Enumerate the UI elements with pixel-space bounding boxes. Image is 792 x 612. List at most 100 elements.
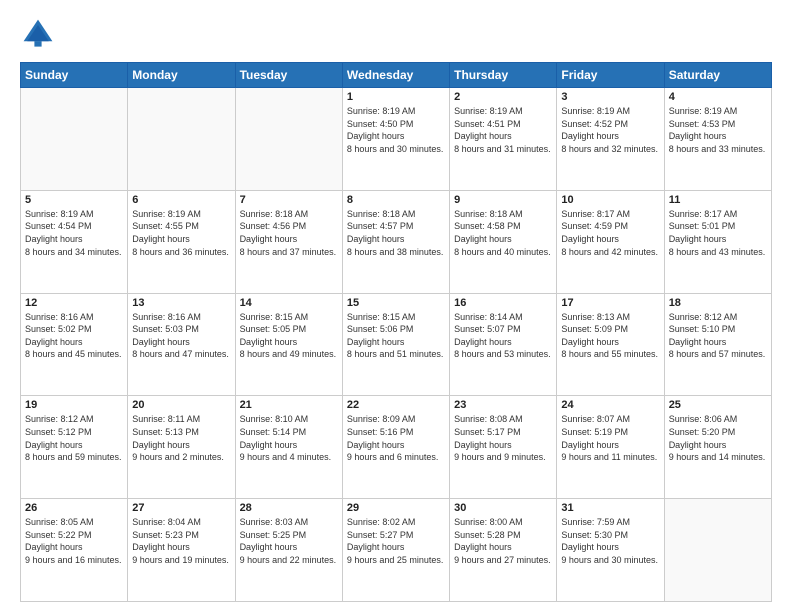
calendar-cell: 29Sunrise: 8:02 AMSunset: 5:27 PMDayligh… — [342, 499, 449, 602]
day-info: Sunrise: 8:14 AMSunset: 5:07 PMDaylight … — [454, 311, 552, 361]
weekday-header-tuesday: Tuesday — [235, 63, 342, 88]
day-number: 29 — [347, 502, 445, 514]
day-number: 21 — [240, 399, 338, 411]
day-number: 27 — [132, 502, 230, 514]
calendar-cell: 20 Sunrise: 8:11 AMSunset: 5:13 PMDayligh… — [128, 396, 235, 499]
calendar-cell: 17 Sunrise: 8:13 AMSunset: 5:09 PMDayligh… — [557, 293, 664, 396]
day-info: Sunrise: 8:19 AMSunset: 4:51 PMDaylight … — [454, 105, 552, 155]
calendar-cell: 6 Sunrise: 8:19 AMSunset: 4:55 PMDaylight… — [128, 190, 235, 293]
day-info: Sunrise: 8:09 AMSunset: 5:16 PMDaylight … — [347, 413, 445, 463]
day-number: 11 — [669, 194, 767, 206]
day-info: Sunrise: 8:19 AMSunset: 4:53 PMDaylight … — [669, 105, 767, 155]
day-info: Sunrise: 8:12 AMSunset: 5:12 PMDaylight … — [25, 413, 123, 463]
day-number: 31 — [561, 502, 659, 514]
day-number: 12 — [25, 297, 123, 309]
day-number: 13 — [132, 297, 230, 309]
calendar-cell: 30 Sunrise: 8:00 AMSunset: 5:28 PMDayligh… — [450, 499, 557, 602]
day-info: Sunrise: 8:08 AMSunset: 5:17 PMDaylight … — [454, 413, 552, 463]
week-row-3: 12Sunrise: 8:16 AMSunset: 5:02 PMDayligh… — [21, 293, 772, 396]
day-number: 17 — [561, 297, 659, 309]
calendar-cell: 9Sunrise: 8:18 AMSunset: 4:58 PMDaylight… — [450, 190, 557, 293]
calendar-cell: 22 Sunrise: 8:09 AMSunset: 5:16 PMDayligh… — [342, 396, 449, 499]
day-info: Sunrise: 8:18 AMSunset: 4:57 PMDaylight … — [347, 208, 445, 258]
calendar-cell: 15 Sunrise: 8:15 AMSunset: 5:06 PMDayligh… — [342, 293, 449, 396]
calendar-cell — [21, 88, 128, 191]
day-number: 22 — [347, 399, 445, 411]
calendar-cell: 1Sunrise: 8:19 AMSunset: 4:50 PMDaylight… — [342, 88, 449, 191]
calendar-cell: 26 Sunrise: 8:05 AMSunset: 5:22 PMDayligh… — [21, 499, 128, 602]
day-info: Sunrise: 8:18 AMSunset: 4:56 PMDaylight … — [240, 208, 338, 258]
day-info: Sunrise: 8:00 AMSunset: 5:28 PMDaylight … — [454, 516, 552, 566]
calendar-cell: 2 Sunrise: 8:19 AMSunset: 4:51 PMDaylight… — [450, 88, 557, 191]
day-number: 18 — [669, 297, 767, 309]
day-info: Sunrise: 8:11 AMSunset: 5:13 PMDaylight … — [132, 413, 230, 463]
weekday-header-friday: Friday — [557, 63, 664, 88]
day-number: 1 — [347, 91, 445, 103]
calendar-cell: 25 Sunrise: 8:06 AMSunset: 5:20 PMDayligh… — [664, 396, 771, 499]
day-info: Sunrise: 8:05 AMSunset: 5:22 PMDaylight … — [25, 516, 123, 566]
day-number: 26 — [25, 502, 123, 514]
calendar-cell: 3 Sunrise: 8:19 AMSunset: 4:52 PMDaylight… — [557, 88, 664, 191]
day-info: Sunrise: 8:17 AMSunset: 4:59 PMDaylight … — [561, 208, 659, 258]
calendar-cell: 12Sunrise: 8:16 AMSunset: 5:02 PMDayligh… — [21, 293, 128, 396]
calendar-cell — [235, 88, 342, 191]
day-info: Sunrise: 8:16 AMSunset: 5:03 PMDaylight … — [132, 311, 230, 361]
day-number: 7 — [240, 194, 338, 206]
logo-icon — [20, 16, 56, 52]
week-row-2: 5 Sunrise: 8:19 AMSunset: 4:54 PMDaylight… — [21, 190, 772, 293]
day-number: 5 — [25, 194, 123, 206]
day-number: 25 — [669, 399, 767, 411]
weekday-header-monday: Monday — [128, 63, 235, 88]
day-number: 3 — [561, 91, 659, 103]
logo — [20, 16, 60, 52]
calendar-cell: 7 Sunrise: 8:18 AMSunset: 4:56 PMDaylight… — [235, 190, 342, 293]
calendar-cell: 21 Sunrise: 8:10 AMSunset: 5:14 PMDayligh… — [235, 396, 342, 499]
day-number: 9 — [454, 194, 552, 206]
header — [20, 16, 772, 52]
weekday-header-row: SundayMondayTuesdayWednesdayThursdayFrid… — [21, 63, 772, 88]
calendar-cell: 14Sunrise: 8:15 AMSunset: 5:05 PMDayligh… — [235, 293, 342, 396]
day-info: Sunrise: 8:19 AMSunset: 4:52 PMDaylight … — [561, 105, 659, 155]
day-info: Sunrise: 8:10 AMSunset: 5:14 PMDaylight … — [240, 413, 338, 463]
calendar-cell: 10 Sunrise: 8:17 AMSunset: 4:59 PMDayligh… — [557, 190, 664, 293]
calendar-cell: 24 Sunrise: 8:07 AMSunset: 5:19 PMDayligh… — [557, 396, 664, 499]
day-info: Sunrise: 8:04 AMSunset: 5:23 PMDaylight … — [132, 516, 230, 566]
day-info: Sunrise: 8:19 AMSunset: 4:54 PMDaylight … — [25, 208, 123, 258]
calendar-cell — [664, 499, 771, 602]
day-info: Sunrise: 8:15 AMSunset: 5:06 PMDaylight … — [347, 311, 445, 361]
day-info: Sunrise: 8:06 AMSunset: 5:20 PMDaylight … — [669, 413, 767, 463]
calendar-cell: 5 Sunrise: 8:19 AMSunset: 4:54 PMDaylight… — [21, 190, 128, 293]
day-info: Sunrise: 8:17 AMSunset: 5:01 PMDaylight … — [669, 208, 767, 258]
day-info: Sunrise: 8:12 AMSunset: 5:10 PMDaylight … — [669, 311, 767, 361]
day-info: Sunrise: 8:19 AMSunset: 4:55 PMDaylight … — [132, 208, 230, 258]
weekday-header-thursday: Thursday — [450, 63, 557, 88]
week-row-4: 19Sunrise: 8:12 AMSunset: 5:12 PMDayligh… — [21, 396, 772, 499]
day-number: 15 — [347, 297, 445, 309]
day-number: 6 — [132, 194, 230, 206]
calendar-table: SundayMondayTuesdayWednesdayThursdayFrid… — [20, 62, 772, 602]
weekday-header-sunday: Sunday — [21, 63, 128, 88]
day-number: 24 — [561, 399, 659, 411]
calendar-cell: 19Sunrise: 8:12 AMSunset: 5:12 PMDayligh… — [21, 396, 128, 499]
calendar-cell: 13 Sunrise: 8:16 AMSunset: 5:03 PMDayligh… — [128, 293, 235, 396]
day-number: 30 — [454, 502, 552, 514]
calendar-cell: 11 Sunrise: 8:17 AMSunset: 5:01 PMDayligh… — [664, 190, 771, 293]
calendar-cell: 27 Sunrise: 8:04 AMSunset: 5:23 PMDayligh… — [128, 499, 235, 602]
day-info: Sunrise: 7:59 AMSunset: 5:30 PMDaylight … — [561, 516, 659, 566]
day-number: 28 — [240, 502, 338, 514]
week-row-5: 26 Sunrise: 8:05 AMSunset: 5:22 PMDayligh… — [21, 499, 772, 602]
day-info: Sunrise: 8:07 AMSunset: 5:19 PMDaylight … — [561, 413, 659, 463]
day-number: 8 — [347, 194, 445, 206]
calendar-cell: 18 Sunrise: 8:12 AMSunset: 5:10 PMDayligh… — [664, 293, 771, 396]
day-number: 2 — [454, 91, 552, 103]
weekday-header-wednesday: Wednesday — [342, 63, 449, 88]
day-number: 16 — [454, 297, 552, 309]
day-number: 10 — [561, 194, 659, 206]
weekday-header-saturday: Saturday — [664, 63, 771, 88]
day-number: 20 — [132, 399, 230, 411]
calendar-cell: 31 Sunrise: 7:59 AMSunset: 5:30 PMDayligh… — [557, 499, 664, 602]
calendar-cell: 4Sunrise: 8:19 AMSunset: 4:53 PMDaylight… — [664, 88, 771, 191]
day-number: 23 — [454, 399, 552, 411]
day-info: Sunrise: 8:13 AMSunset: 5:09 PMDaylight … — [561, 311, 659, 361]
calendar-cell: 16 Sunrise: 8:14 AMSunset: 5:07 PMDayligh… — [450, 293, 557, 396]
